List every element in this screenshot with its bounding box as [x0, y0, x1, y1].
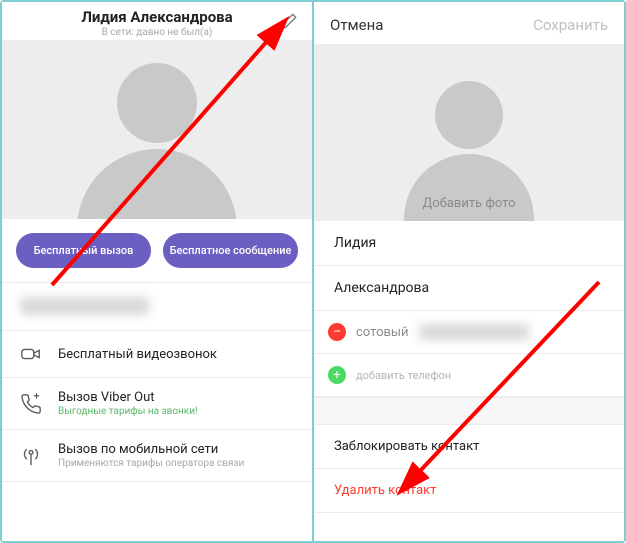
phone-out-icon	[18, 393, 44, 415]
video-call-label: Бесплатный видеозвонок	[58, 347, 217, 362]
add-phone-icon[interactable]: +	[328, 366, 346, 384]
mobile-call-sublabel: Применяются тарифы оператора связи	[58, 458, 244, 469]
delete-contact-button[interactable]: Удалить контакт	[314, 469, 624, 513]
redacted-number	[20, 297, 150, 315]
phone-type-label: сотовый	[356, 325, 409, 340]
edit-button[interactable]	[278, 12, 300, 34]
viber-out-row[interactable]: Вызов Viber Out Выгодные тарифы на звонк…	[2, 378, 312, 430]
add-phone-row[interactable]: + добавить телефон	[314, 354, 624, 397]
last-name-field[interactable]: Александрова	[314, 266, 624, 311]
remove-phone-icon[interactable]: −	[328, 323, 346, 341]
pencil-icon	[280, 12, 298, 34]
contact-header: Лидия Александрова В сети: давно не был(…	[2, 2, 312, 41]
contact-status: В сети: давно не был(а)	[2, 27, 312, 38]
video-call-row[interactable]: Бесплатный видеозвонок	[2, 331, 312, 378]
phone-number-row[interactable]	[2, 283, 312, 331]
free-call-button[interactable]: Бесплатный вызов	[16, 233, 151, 268]
phone-row[interactable]: − сотовый	[314, 311, 624, 354]
free-message-button[interactable]: Бесплатное сообщение	[163, 233, 298, 268]
redacted-phone	[419, 324, 529, 340]
mobile-call-label: Вызов по мобильной сети	[58, 442, 244, 457]
edit-avatar-block[interactable]: Добавить фото	[314, 45, 624, 221]
viber-out-label: Вызов Viber Out	[58, 390, 198, 405]
mobile-call-row[interactable]: Вызов по мобильной сети Применяются тари…	[2, 430, 312, 482]
section-gap	[314, 397, 624, 425]
block-contact-button[interactable]: Заблокировать контакт	[314, 425, 624, 469]
contact-edit-pane: Отмена Сохранить Добавить фото Лидия Але…	[314, 2, 624, 541]
viber-out-sublabel: Выгодные тарифы на звонки!	[58, 406, 198, 417]
cancel-button[interactable]: Отмена	[330, 16, 383, 34]
add-photo-label: Добавить фото	[422, 196, 515, 211]
contact-name: Лидия Александрова	[2, 8, 312, 26]
contact-view-pane: Лидия Александрова В сети: давно не был(…	[2, 2, 314, 541]
action-buttons: Бесплатный вызов Бесплатное сообщение	[2, 219, 312, 283]
antenna-icon	[18, 445, 44, 467]
add-phone-label: добавить телефон	[356, 369, 451, 382]
video-camera-icon	[18, 343, 44, 365]
save-button[interactable]: Сохранить	[533, 16, 608, 34]
avatar-placeholder-icon	[77, 63, 237, 219]
edit-topbar: Отмена Сохранить	[314, 2, 624, 45]
first-name-field[interactable]: Лидия	[314, 221, 624, 266]
contact-avatar	[2, 41, 312, 219]
